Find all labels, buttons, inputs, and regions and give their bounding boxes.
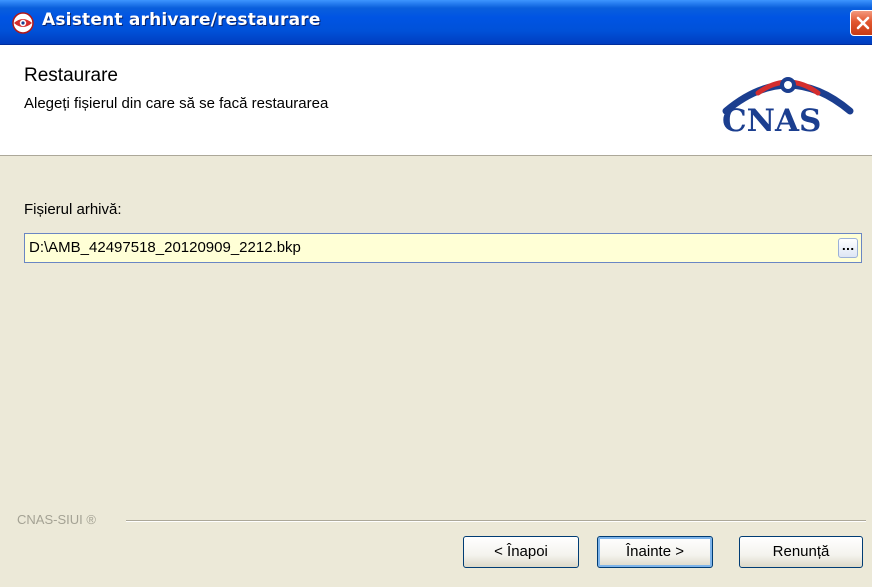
back-button[interactable]: < Înapoi xyxy=(463,536,579,568)
file-label: Fișierul arhivă: xyxy=(24,201,122,218)
archive-file-value[interactable]: D:\AMB_42497518_20120909_2212.bkp xyxy=(29,239,301,256)
wizard-header: Restaurare Alegeți fișierul din care să … xyxy=(0,45,872,156)
browse-button[interactable]: ... xyxy=(838,238,858,258)
next-button[interactable]: Înainte > xyxy=(597,536,713,568)
title-bar[interactable]: Asistent arhivare/restaurare xyxy=(0,0,872,45)
archive-file-field[interactable]: D:\AMB_42497518_20120909_2212.bkp ... xyxy=(24,233,862,263)
wizard-window: Asistent arhivare/restaurare Restaurare … xyxy=(0,0,872,587)
eye-app-icon xyxy=(12,12,34,34)
footer-divider xyxy=(126,520,866,522)
window-title: Asistent arhivare/restaurare xyxy=(42,10,321,30)
close-icon xyxy=(856,16,870,30)
page-title: Restaurare xyxy=(24,65,118,86)
cnas-logo: CNAS xyxy=(718,65,858,139)
cancel-button[interactable]: Renunță xyxy=(739,536,863,568)
logo-text: CNAS xyxy=(722,103,822,139)
footer-brand: CNAS-SIUI ® xyxy=(17,512,96,527)
page-subtitle: Alegeți fișierul din care să se facă res… xyxy=(24,95,329,112)
close-button[interactable] xyxy=(850,10,872,36)
